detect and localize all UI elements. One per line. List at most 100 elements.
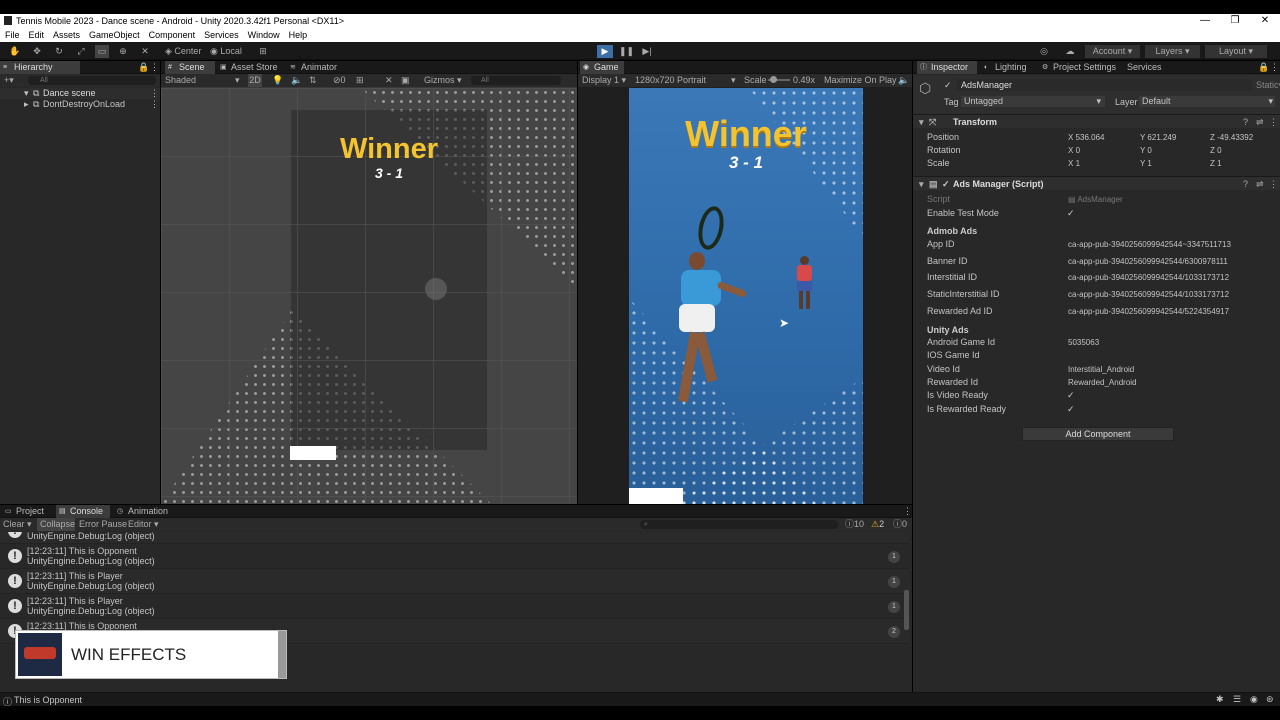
- add-component-button[interactable]: Add Component: [1022, 427, 1174, 441]
- collapse-toggle[interactable]: Collapse: [37, 518, 75, 531]
- lock-icon[interactable]: 🔒: [1258, 62, 1269, 73]
- tab-lighting[interactable]: ◐ Lighting: [981, 61, 1039, 74]
- position-z[interactable]: Z -49.43392: [1210, 132, 1253, 143]
- expand-icon[interactable]: ▾: [24, 88, 29, 99]
- tag-dropdown[interactable]: Untagged ▾: [961, 96, 1105, 107]
- log-row[interactable]: ! UnityEngine.Debug:Log (object): [0, 532, 910, 544]
- log-row[interactable]: ! [12:23:11] This is Opponent UnityEngin…: [0, 544, 910, 569]
- menu-component[interactable]: Component: [144, 28, 200, 40]
- layout-dropdown[interactable]: Layout ▾: [1205, 45, 1267, 58]
- tools-icon[interactable]: ✕: [385, 74, 393, 87]
- object-name-field[interactable]: AdsManager: [957, 79, 1252, 91]
- panel-menu-icon[interactable]: ⋮: [1270, 62, 1279, 73]
- grid-snap-icon[interactable]: ⊞: [256, 45, 270, 58]
- enable-test-mode-checkbox[interactable]: ✓: [1067, 209, 1076, 218]
- scene-search-input[interactable]: All: [471, 76, 561, 85]
- is-video-ready-checkbox[interactable]: ✓: [1067, 391, 1076, 400]
- display-dropdown[interactable]: Display 1 ▾: [582, 74, 630, 87]
- scale-slider-thumb[interactable]: [770, 76, 777, 83]
- shading-dropdown[interactable]: Shaded ▾: [165, 74, 241, 87]
- help-icon[interactable]: ?: [1243, 115, 1248, 129]
- info-count-toggle[interactable]: ⓘ10: [845, 518, 864, 531]
- menu-edit[interactable]: Edit: [24, 28, 49, 40]
- rotation-y[interactable]: Y 0: [1140, 145, 1152, 156]
- item-menu-icon[interactable]: ⋮: [150, 99, 159, 110]
- menu-window[interactable]: Window: [243, 28, 284, 40]
- lighting-toggle-icon[interactable]: 💡: [272, 74, 283, 87]
- log-row[interactable]: ! [12:23:11] This is Player UnityEngine.…: [0, 594, 910, 619]
- menu-assets[interactable]: Assets: [48, 28, 84, 40]
- close-icon[interactable]: ✕: [1258, 14, 1272, 28]
- hand-tool-icon[interactable]: ✋: [8, 45, 22, 58]
- hierarchy-item[interactable]: ▸ ⧉ DontDestroyOnLoad ⋮: [0, 99, 160, 110]
- menu-help[interactable]: Help: [284, 28, 312, 40]
- is-rewarded-ready-checkbox[interactable]: ✓: [1067, 405, 1076, 414]
- clear-button[interactable]: Clear ▾: [3, 518, 35, 531]
- custom-tool-icon[interactable]: ✕: [138, 45, 152, 58]
- android-game-id-field[interactable]: 5035063: [1068, 337, 1099, 348]
- ads-manager-header[interactable]: ▾ ▤ ✓ Ads Manager (Script) ? ⇌ ⋮: [913, 176, 1280, 190]
- scale-tool-icon[interactable]: ⤢: [74, 45, 88, 58]
- hierarchy-item[interactable]: ▾ ⧉ Dance scene ⋮: [0, 88, 160, 99]
- pause-button[interactable]: ❚❚: [619, 45, 634, 58]
- rotation-z[interactable]: Z 0: [1210, 145, 1222, 156]
- tab-asset-store[interactable]: ▣ Asset Store: [217, 61, 279, 74]
- presets-icon[interactable]: ⇌: [1256, 177, 1264, 191]
- rewarded-id-field[interactable]: Rewarded_Android: [1068, 377, 1137, 388]
- hidden-objects-icon[interactable]: ⊘0: [333, 74, 346, 87]
- rect-tool-icon[interactable]: ▭: [95, 45, 109, 58]
- script-enabled-checkbox[interactable]: ✓: [942, 177, 950, 191]
- tab-project[interactable]: ▭ Project: [2, 505, 54, 518]
- lock-icon[interactable]: 🔒: [138, 62, 149, 73]
- layers-dropdown[interactable]: Layers ▾: [1145, 45, 1200, 58]
- maximize-on-play-toggle[interactable]: Maximize On Play: [824, 74, 897, 87]
- transform-header[interactable]: ▾ ⤧ Transform ? ⇌ ⋮: [913, 114, 1280, 128]
- tab-hierarchy[interactable]: ≡ Hierarchy: [0, 61, 80, 74]
- status-text[interactable]: This is Opponent: [14, 695, 82, 705]
- layer-dropdown[interactable]: Default ▾: [1139, 96, 1275, 107]
- panel-menu-icon[interactable]: ⋮: [903, 506, 912, 517]
- menu-gameobject[interactable]: GameObject: [84, 28, 144, 40]
- error-pause-toggle[interactable]: Error Pause: [79, 518, 127, 531]
- move-tool-icon[interactable]: ✥: [30, 45, 44, 58]
- interstitial-id-field[interactable]: ca-app-pub-3940256099942544/1033173712: [1068, 272, 1229, 283]
- console-search-input[interactable]: ⌕: [640, 520, 838, 529]
- mute-audio-icon[interactable]: 🔈: [898, 74, 909, 87]
- grid-toggle-icon[interactable]: ⊞: [356, 74, 364, 87]
- hierarchy-search-input[interactable]: All: [28, 76, 156, 85]
- account-dropdown[interactable]: Account ▾: [1085, 45, 1140, 58]
- tab-scene[interactable]: # Scene: [165, 61, 215, 74]
- help-icon[interactable]: ?: [1243, 177, 1248, 191]
- resolution-dropdown[interactable]: 1280x720 Portrait ▾: [635, 74, 739, 87]
- tab-services[interactable]: Services: [1113, 61, 1163, 74]
- scene-viewport[interactable]: Winner 3 - 1: [161, 88, 577, 504]
- play-button[interactable]: ▶: [597, 45, 613, 58]
- panel-menu-icon[interactable]: ⋮: [150, 62, 159, 73]
- tab-game[interactable]: ◉ Game: [580, 61, 624, 74]
- ios-game-id-field[interactable]: [1068, 350, 1268, 361]
- tab-animator[interactable]: ≋ Animator: [287, 61, 347, 74]
- camera-icon[interactable]: ▣: [401, 74, 410, 87]
- add-icon[interactable]: +▾: [4, 74, 14, 87]
- tab-animation[interactable]: ◷ Animation: [114, 505, 176, 518]
- warning-count-toggle[interactable]: ⚠2: [871, 518, 884, 531]
- editor-dropdown[interactable]: Editor ▾: [128, 518, 160, 531]
- maximize-icon[interactable]: ❐: [1228, 14, 1242, 28]
- minimize-icon[interactable]: —: [1198, 14, 1212, 28]
- active-checkbox[interactable]: ✓: [944, 81, 953, 90]
- menu-services[interactable]: Services: [199, 28, 243, 40]
- rotate-tool-icon[interactable]: ↻: [52, 45, 66, 58]
- expand-icon[interactable]: ▾: [919, 177, 924, 191]
- log-row[interactable]: ! [12:23:11] This is Player UnityEngine.…: [0, 569, 910, 594]
- collab-icon[interactable]: ◎: [1037, 45, 1051, 58]
- scale-y[interactable]: Y 1: [1140, 158, 1152, 169]
- scale-x[interactable]: X 1: [1068, 158, 1080, 169]
- 2d-toggle[interactable]: 2D: [248, 74, 262, 87]
- bug-icon[interactable]: ✱: [1216, 694, 1224, 705]
- progress-icon[interactable]: ⊛: [1266, 694, 1274, 705]
- console-scrollbar[interactable]: [904, 590, 909, 630]
- app-id-field[interactable]: ca-app-pub-3940256099942544~3347511713: [1068, 239, 1231, 250]
- error-count-toggle[interactable]: ⓘ0: [893, 518, 907, 531]
- gizmos-dropdown[interactable]: Gizmos ▾: [424, 74, 464, 87]
- scale-z[interactable]: Z 1: [1210, 158, 1222, 169]
